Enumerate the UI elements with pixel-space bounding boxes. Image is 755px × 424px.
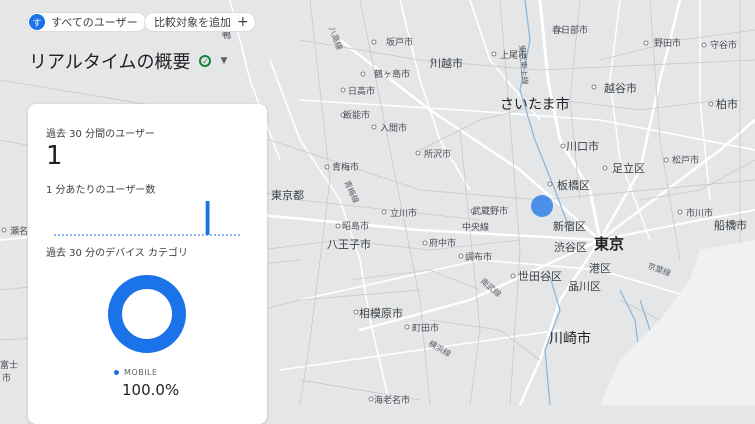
map-label-moriya: 守谷市 [710, 39, 737, 51]
realtime-user-dot[interactable] [531, 195, 553, 217]
map-label-itabashi: 板橋区 [557, 178, 590, 192]
segment-badge: す [29, 14, 45, 30]
page-title-row: リアルタイムの概要 ✓ ▼ [29, 48, 227, 74]
map-label-ome: 青梅市 [332, 161, 359, 173]
users-per-minute-chart[interactable] [54, 196, 242, 236]
map-label-fuji: 富士 [0, 359, 18, 371]
legend-mobile-label: MOBILE [124, 368, 158, 377]
map-label-shinjuku: 新宿区 [553, 219, 586, 233]
map-label-ebina: 海老名市 [374, 394, 410, 405]
map-label-tachikawa: 立川市 [390, 207, 417, 219]
map-label-kawasaki: 川崎市 [549, 330, 591, 347]
map-label-tokyo: 東京 [594, 235, 624, 253]
map-label-chofu: 調布市 [465, 251, 492, 263]
legend-mobile: MOBILE [114, 368, 158, 377]
map-label-iruma: 入間市 [380, 122, 407, 134]
users-30min-label: 過去 30 分間のユーザー [46, 129, 155, 140]
map-label-shibuya: 渋谷区 [554, 241, 587, 254]
map-label-noda: 野田市 [654, 37, 681, 49]
map-label-fuji-city: 市 [2, 372, 11, 384]
per-minute-bar[interactable] [205, 201, 210, 235]
segment-chip-all-users[interactable]: す すべてのユーザー [27, 12, 147, 32]
legend-dot [114, 370, 119, 375]
map-label-kawagoe: 川越市 [430, 56, 463, 70]
map-label-ichikawa: 市川市 [686, 207, 713, 219]
map-label-akishima: 昭島市 [342, 220, 369, 232]
users-30min-value: 1 [46, 141, 63, 171]
map-label-machida: 町田市 [412, 322, 439, 334]
legend-mobile-value: 100.0% [122, 381, 180, 399]
map-label-sakado: 坂戸市 [386, 36, 413, 48]
map-label-kasukabe: 春日部市 [552, 24, 588, 36]
map-label-hanno: 飯能市 [343, 109, 370, 121]
map-label-kashiwa: 柏市 [716, 97, 738, 111]
map-label-tokyo-pref: 東京都 [271, 188, 304, 202]
segment-label: すべてのユーザー [51, 16, 138, 29]
per-minute-bars [205, 201, 210, 235]
add-comparison-button[interactable]: 比較対象を追加 + [144, 12, 256, 32]
map-label-sagamihara: 相模原市 [359, 306, 403, 320]
map-label-chuo-line: 中央線 [462, 221, 489, 233]
chevron-down-icon[interactable]: ▼ [220, 56, 227, 66]
map-label-kawaguchi: 川口市 [566, 139, 599, 153]
map-label-musashino: 武蔵野市 [472, 205, 508, 217]
map-label-adachi: 足立区 [612, 161, 645, 175]
users-per-minute-label: 1 分あたりのユーザー数 [46, 185, 156, 196]
map-label-koshigaya: 越谷市 [604, 81, 637, 95]
map-label-minato: 港区 [589, 262, 611, 275]
add-comparison-label: 比較対象を追加 [154, 16, 231, 29]
map-label-shinagawa: 品川区 [568, 280, 601, 293]
map-label-matsudo: 松戸市 [672, 154, 699, 166]
donut-slice-mobile[interactable] [108, 275, 186, 353]
realtime-summary-card: 過去 30 分間のユーザー 1 1 分あたりのユーザー数 過去 30 分のデバイ… [28, 104, 267, 424]
map-label-funabashi: 船橋市 [714, 218, 747, 232]
device-category-label: 過去 30 分のデバイス カテゴリ [46, 248, 188, 259]
map-label-saitama: さいたま市 [500, 96, 570, 113]
map-label-fuchu: 府中市 [429, 237, 456, 249]
map-label-tokorozawa: 所沢市 [424, 148, 451, 160]
map-label-setagaya: 世田谷区 [518, 270, 562, 283]
page-title: リアルタイムの概要 [29, 52, 191, 73]
map-label-hidaka: 日高市 [348, 85, 375, 97]
check-circle-icon[interactable]: ✓ [199, 55, 212, 67]
device-donut-chart[interactable] [107, 274, 187, 354]
plus-icon: + [237, 14, 249, 30]
map-label-nanushi: 瀬名 [10, 225, 28, 237]
map-label-tsurugashima: 鶴ヶ島市 [374, 68, 410, 80]
map-label-hachioji: 八王子市 [327, 237, 371, 251]
